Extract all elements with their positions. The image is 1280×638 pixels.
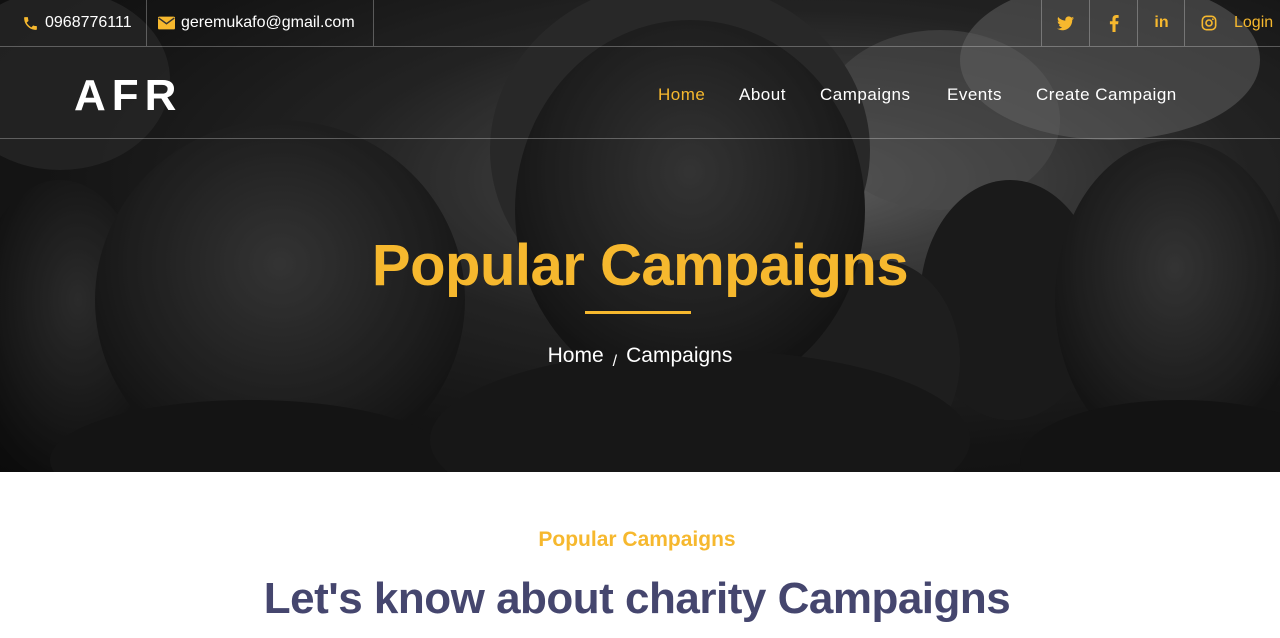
twitter-link[interactable] xyxy=(1041,0,1089,46)
facebook-link[interactable] xyxy=(1089,0,1137,46)
linkedin-link[interactable]: in xyxy=(1137,0,1185,46)
nav-item-home[interactable]: Home xyxy=(658,85,705,105)
breadcrumb: Home / Campaigns xyxy=(0,344,1280,370)
main-navbar: AFR Home About Campaigns Events Create C… xyxy=(0,47,1280,139)
top-bar: 0968776111 geremukafo@gmail.com in Login xyxy=(0,0,1280,47)
breadcrumb-current: Campaigns xyxy=(626,344,733,367)
facebook-icon xyxy=(1109,14,1119,32)
hero-title: Popular Campaigns xyxy=(371,233,909,298)
phone-number: 0968776111 xyxy=(45,14,132,31)
twitter-icon xyxy=(1057,15,1074,30)
breadcrumb-home[interactable]: Home xyxy=(548,344,604,367)
section-label: Popular Campaigns xyxy=(538,528,736,551)
site-logo[interactable]: AFR xyxy=(74,71,182,121)
linkedin-icon: in xyxy=(1154,14,1169,31)
breadcrumb-separator: / xyxy=(612,353,618,370)
nav-item-campaigns[interactable]: Campaigns xyxy=(820,85,911,105)
instagram-icon xyxy=(1201,15,1216,31)
phone-contact[interactable]: 0968776111 xyxy=(0,0,147,46)
title-underline xyxy=(585,311,691,314)
nav-item-events[interactable]: Events xyxy=(947,85,1002,105)
nav-item-create-campaign[interactable]: Create Campaign xyxy=(1036,85,1177,105)
hero-banner: 0968776111 geremukafo@gmail.com in Login… xyxy=(0,0,1280,472)
nav-item-about[interactable]: About xyxy=(739,85,786,105)
instagram-link[interactable] xyxy=(1184,0,1232,46)
phone-icon xyxy=(24,16,37,30)
email-contact[interactable]: geremukafo@gmail.com xyxy=(147,0,374,46)
envelope-icon xyxy=(158,16,175,30)
section-heading: Let's know about charity Campaigns xyxy=(263,574,1011,623)
email-address: geremukafo@gmail.com xyxy=(181,14,355,31)
login-link[interactable]: Login xyxy=(1234,14,1273,32)
